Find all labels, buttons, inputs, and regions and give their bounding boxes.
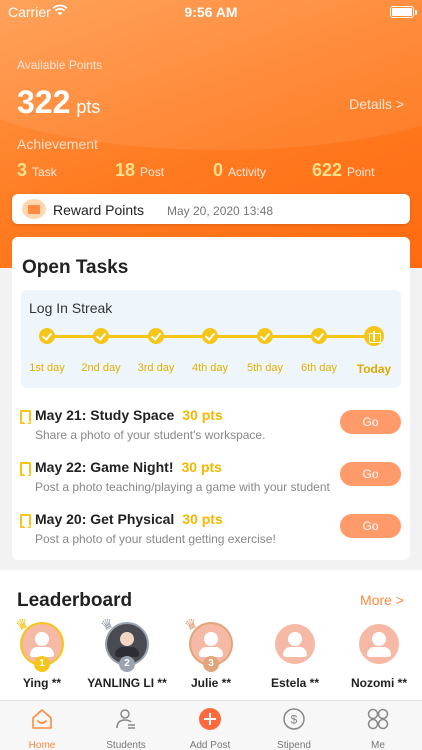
go-button[interactable]: Go bbox=[340, 462, 401, 486]
streak-today-label: Today bbox=[356, 362, 392, 376]
streak-day-label: 4th day bbox=[191, 362, 229, 374]
check-icon bbox=[93, 328, 109, 344]
status-bar: Carrier 9:56 AM bbox=[0, 0, 422, 24]
available-points-label: Available Points bbox=[17, 58, 103, 72]
tab-home[interactable]: Home bbox=[0, 707, 84, 750]
task-name: May 20: Get Physical 30 pts bbox=[35, 511, 223, 527]
streak-title: Log In Streak bbox=[29, 300, 113, 316]
task-item: May 22: Game Night! 30 pts Post a photo t… bbox=[18, 459, 404, 499]
streak-day-label: 6th day bbox=[300, 362, 338, 374]
stipend-icon: $ bbox=[283, 708, 305, 730]
add-post-icon bbox=[199, 708, 221, 730]
clock: 9:56 AM bbox=[184, 4, 238, 20]
leader-name: Ying ** bbox=[22, 676, 62, 690]
check-icon bbox=[202, 328, 218, 344]
task-description: Post a photo of your student getting exe… bbox=[35, 532, 276, 546]
leaderboard-title: Leaderboard bbox=[17, 590, 133, 611]
points-number: 322 bbox=[17, 84, 71, 120]
reward-date: May 20, 2020 13:48 bbox=[167, 204, 274, 218]
home-icon bbox=[32, 709, 52, 729]
check-icon bbox=[311, 328, 327, 344]
task-item: May 20: Get Physical 30 pts Post a photo … bbox=[18, 511, 404, 551]
streak-day-label: 1st day bbox=[29, 362, 65, 374]
points-header: Carrier 9:56 AM Available Points 322 pts … bbox=[0, 0, 422, 268]
crown-icon: ♛ bbox=[181, 614, 201, 634]
tab-label: Add Post bbox=[189, 740, 231, 750]
tab-me[interactable]: Me bbox=[336, 707, 420, 750]
bookmark-icon bbox=[20, 410, 31, 424]
task-item: May 21: Study Space 30 pts Share a photo … bbox=[18, 407, 404, 447]
leader-name: Estela ** bbox=[270, 676, 320, 690]
avatar: ♛ 1 bbox=[13, 614, 62, 672]
tab-label: Me bbox=[371, 740, 385, 750]
task-points: 30 pts bbox=[182, 407, 223, 423]
bookmark-icon bbox=[20, 514, 31, 528]
task-description: Post a photo teaching/playing a game wit… bbox=[35, 480, 330, 494]
achievement-point: 622 Point bbox=[312, 160, 375, 180]
leader-name: YANLING LI ** bbox=[87, 676, 167, 690]
leaderboard-entry[interactable]: ♛ 2 YANLING LI ** bbox=[82, 614, 172, 690]
check-icon bbox=[39, 328, 55, 344]
available-points-value: 322 pts bbox=[17, 84, 100, 121]
envelope-icon bbox=[22, 199, 46, 219]
me-icon bbox=[367, 708, 389, 730]
avatar: ♛ 3 bbox=[182, 614, 231, 672]
tab-stipend[interactable]: $ Stipend bbox=[252, 707, 336, 750]
details-link[interactable]: Details > bbox=[349, 96, 404, 112]
tab-label: Students bbox=[106, 740, 146, 750]
task-name: May 21: Study Space 30 pts bbox=[35, 407, 223, 423]
tab-label: Home bbox=[28, 740, 56, 750]
tab-bar: Home Students Add Post $ Stipend Me bbox=[0, 700, 422, 750]
bookmark-icon bbox=[20, 462, 31, 476]
crown-icon: ♛ bbox=[12, 614, 32, 634]
reward-title: Reward Points bbox=[53, 202, 145, 218]
achievement-label: Achievement bbox=[17, 136, 98, 152]
leaderboard-entry[interactable]: ♛ 1 Ying ** bbox=[0, 614, 87, 690]
go-button[interactable]: Go bbox=[340, 514, 401, 538]
avatar bbox=[275, 624, 315, 664]
streak-day-label: 3rd day bbox=[137, 362, 175, 374]
rank-badge: 2 bbox=[119, 656, 135, 672]
tab-add-post[interactable]: Add Post bbox=[168, 707, 252, 750]
task-points: 30 pts bbox=[181, 459, 222, 475]
leaderboard-entry[interactable]: Estela ** bbox=[250, 624, 340, 690]
rank-badge: 1 bbox=[34, 656, 50, 672]
login-streak: Log In Streak 1st day 2nd day 3rd day 4t… bbox=[21, 290, 401, 388]
points-unit: pts bbox=[76, 97, 101, 117]
avatar: ♛ 2 bbox=[98, 614, 147, 672]
check-icon bbox=[148, 328, 164, 344]
leaderboard-card: Leaderboard More > ♛ 1 Ying ** ♛ 2 YANLI… bbox=[0, 570, 422, 700]
achievement-task: 3 Task bbox=[17, 160, 57, 180]
achievement-activity: 0 Activity bbox=[213, 160, 267, 180]
leaderboard-entry[interactable]: Nozomi ** bbox=[334, 624, 422, 690]
avatar bbox=[359, 624, 399, 664]
svg-text:$: $ bbox=[291, 713, 298, 727]
achievement-row: 3 Task 18 Post 0 Activity 622 Point bbox=[0, 160, 422, 184]
reward-points-bar[interactable]: Reward Points May 20, 2020 13:48 bbox=[12, 194, 410, 224]
leaderboard-entry[interactable]: ♛ 3 Julie ** bbox=[166, 614, 256, 690]
streak-day-label: 2nd day bbox=[81, 362, 121, 374]
battery-icon bbox=[390, 6, 417, 18]
leaderboard-more-link[interactable]: More > bbox=[360, 592, 404, 608]
task-description: Share a photo of your student's workspac… bbox=[35, 428, 266, 442]
gift-icon[interactable] bbox=[364, 326, 384, 346]
streak-day-label: 5th day bbox=[246, 362, 284, 374]
rank-badge: 3 bbox=[203, 656, 219, 672]
crown-icon: ♛ bbox=[97, 614, 117, 634]
tab-students[interactable]: Students bbox=[84, 707, 168, 750]
achievement-post: 18 Post bbox=[115, 160, 165, 180]
task-points: 30 pts bbox=[182, 511, 223, 527]
go-button[interactable]: Go bbox=[340, 410, 401, 434]
open-tasks-title: Open Tasks bbox=[22, 257, 129, 278]
open-tasks-card: Open Tasks Log In Streak 1st day 2nd day… bbox=[12, 237, 410, 560]
tab-label: Stipend bbox=[277, 740, 311, 750]
students-icon bbox=[116, 709, 135, 729]
leader-name: Nozomi ** bbox=[350, 676, 407, 690]
task-name: May 22: Game Night! 30 pts bbox=[35, 459, 222, 475]
check-icon bbox=[257, 328, 273, 344]
leader-name: Julie ** bbox=[190, 676, 232, 690]
